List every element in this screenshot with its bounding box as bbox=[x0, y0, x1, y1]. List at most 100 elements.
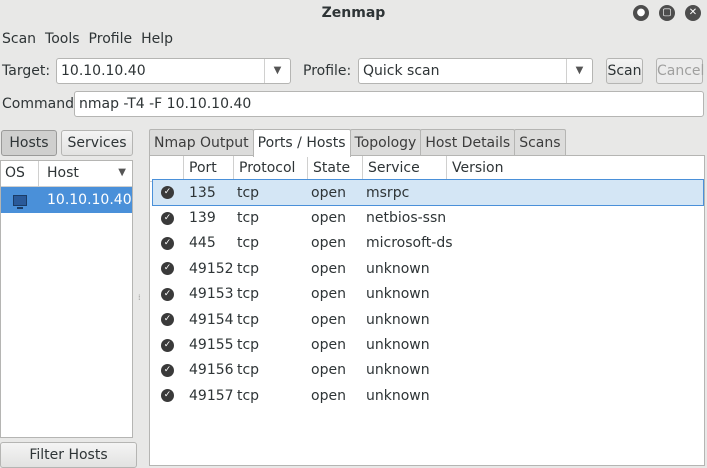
protocol-cell: tcp bbox=[237, 286, 260, 303]
protocol-cell: tcp bbox=[237, 184, 260, 201]
port-cell: 49153 bbox=[189, 286, 234, 303]
cancel-button[interactable]: Cancel bbox=[656, 58, 704, 84]
menu-profile[interactable]: Profile bbox=[87, 28, 136, 50]
menu-bar: Scan Tools Profile Help bbox=[0, 28, 180, 50]
service-cell: msrpc bbox=[366, 184, 410, 201]
port-cell: 445 bbox=[189, 235, 216, 252]
profile-value[interactable]: Quick scan bbox=[363, 63, 439, 79]
service-cell: microsoft-ds bbox=[366, 235, 453, 252]
protocol-cell: tcp bbox=[237, 362, 260, 379]
profile-label: Profile: bbox=[303, 63, 352, 79]
service-cell: unknown bbox=[366, 311, 430, 328]
port-cell: 49157 bbox=[189, 387, 234, 404]
profile-combo[interactable]: Quick scan ▼ bbox=[358, 58, 593, 84]
window-title: Zenmap bbox=[321, 5, 386, 21]
maximize-icon[interactable]: ▢ bbox=[659, 5, 675, 21]
port-column-header[interactable]: Port bbox=[184, 156, 234, 181]
open-port-check-icon: ✓ bbox=[161, 389, 174, 403]
service-column-header[interactable]: Service bbox=[363, 156, 447, 181]
tab-scans[interactable]: Scans bbox=[514, 129, 566, 156]
table-row[interactable]: ✓ 135 tcp open msrpc bbox=[152, 178, 704, 207]
pane-splitter-handle[interactable]: ⁞ bbox=[138, 293, 141, 302]
protocol-cell: tcp bbox=[237, 337, 260, 354]
open-port-check-icon: ✓ bbox=[161, 287, 174, 301]
service-cell: unknown bbox=[366, 337, 430, 354]
version-column-header[interactable]: Version bbox=[447, 156, 704, 181]
menu-scan[interactable]: Scan bbox=[0, 28, 39, 50]
title-bar: Zenmap ● ▢ ✕ bbox=[0, 0, 707, 26]
table-row[interactable]: ✓ 49157 tcp open unknown bbox=[153, 383, 703, 408]
target-dropdown-icon[interactable]: ▼ bbox=[264, 59, 290, 83]
state-cell: open bbox=[311, 260, 346, 277]
protocol-cell: tcp bbox=[237, 260, 260, 277]
table-row[interactable]: ✓ 49153 tcp open unknown bbox=[153, 282, 703, 307]
windows-os-icon bbox=[13, 194, 27, 209]
protocol-cell: tcp bbox=[237, 387, 260, 404]
tab-host-details[interactable]: Host Details bbox=[420, 129, 516, 156]
ports-table-header: Port Protocol State Service Version bbox=[150, 156, 704, 182]
target-combo[interactable]: 10.10.10.40 ▼ bbox=[56, 58, 291, 84]
target-label: Target: bbox=[2, 63, 51, 79]
port-cell: 49156 bbox=[189, 362, 234, 379]
host-column-header[interactable]: Host ▼ bbox=[39, 161, 132, 186]
menu-tools[interactable]: Tools bbox=[43, 28, 83, 50]
protocol-column-header[interactable]: Protocol bbox=[234, 156, 308, 181]
state-cell: open bbox=[311, 337, 346, 354]
table-row[interactable]: ✓ 49154 tcp open unknown bbox=[153, 307, 703, 332]
command-label: Command: bbox=[2, 96, 79, 112]
table-row[interactable]: ✓ 139 tcp open netbios-ssn bbox=[153, 205, 703, 230]
hosts-button[interactable]: Hosts bbox=[1, 130, 57, 156]
tab-bar: Nmap Output Ports / Hosts Topology Host … bbox=[149, 129, 566, 157]
port-cell: 139 bbox=[189, 210, 216, 227]
state-column-header[interactable]: State bbox=[308, 156, 363, 181]
state-cell: open bbox=[311, 184, 346, 201]
tab-ports-hosts[interactable]: Ports / Hosts bbox=[252, 129, 351, 157]
close-icon[interactable]: ✕ bbox=[685, 5, 701, 21]
table-row[interactable]: ✓ 49152 tcp open unknown bbox=[153, 256, 703, 281]
profile-dropdown-icon[interactable]: ▼ bbox=[566, 59, 592, 83]
table-row[interactable]: ✓ 49156 tcp open unknown bbox=[153, 358, 703, 383]
host-os-cell bbox=[1, 192, 39, 209]
protocol-cell: tcp bbox=[237, 311, 260, 328]
state-cell: open bbox=[311, 311, 346, 328]
filter-hosts-button[interactable]: Filter Hosts bbox=[0, 442, 137, 468]
tab-topology[interactable]: Topology bbox=[349, 129, 422, 156]
os-column-header[interactable]: OS bbox=[1, 161, 39, 186]
state-cell: open bbox=[311, 210, 346, 227]
minimize-icon[interactable]: ● bbox=[633, 5, 649, 21]
open-port-check-icon: ✓ bbox=[161, 363, 174, 377]
service-cell: unknown bbox=[366, 362, 430, 379]
target-value[interactable]: 10.10.10.40 bbox=[61, 63, 146, 79]
open-port-check-icon: ✓ bbox=[161, 338, 174, 352]
state-cell: open bbox=[311, 362, 346, 379]
service-cell: unknown bbox=[366, 286, 430, 303]
service-cell: netbios-ssn bbox=[366, 210, 447, 227]
service-cell: unknown bbox=[366, 260, 430, 277]
ports-table-body: ✓ 135 tcp open msrpc ✓ 139 tcp open netb… bbox=[152, 178, 704, 409]
port-cell: 49155 bbox=[189, 337, 234, 354]
state-cell: open bbox=[311, 387, 346, 404]
table-row[interactable]: ✓ 49155 tcp open unknown bbox=[153, 332, 703, 357]
host-column-label: Host bbox=[47, 165, 79, 181]
services-button[interactable]: Services bbox=[61, 130, 133, 156]
service-cell: unknown bbox=[366, 387, 430, 404]
host-list: OS Host ▼ 10.10.10.40 bbox=[0, 160, 133, 438]
window-controls: ● ▢ ✕ bbox=[633, 5, 701, 21]
tab-nmap-output[interactable]: Nmap Output bbox=[149, 129, 254, 156]
open-port-check-icon: ✓ bbox=[161, 262, 174, 276]
command-value[interactable]: nmap -T4 -F 10.10.10.40 bbox=[79, 96, 251, 112]
sort-descending-icon: ▼ bbox=[118, 167, 126, 178]
open-port-check-icon: ✓ bbox=[161, 211, 174, 225]
host-list-header: OS Host ▼ bbox=[1, 161, 132, 187]
open-port-check-icon: ✓ bbox=[161, 236, 174, 250]
host-row[interactable]: 10.10.10.40 bbox=[1, 187, 132, 213]
state-cell: open bbox=[311, 235, 346, 252]
protocol-cell: tcp bbox=[237, 210, 260, 227]
table-row[interactable]: ✓ 445 tcp open microsoft-ds bbox=[153, 231, 703, 256]
scan-button[interactable]: Scan bbox=[606, 58, 643, 84]
open-port-check-icon: ✓ bbox=[161, 186, 174, 200]
menu-help[interactable]: Help bbox=[139, 28, 176, 50]
command-input[interactable]: nmap -T4 -F 10.10.10.40 bbox=[74, 91, 704, 117]
ports-table: Port Protocol State Service Version ✓ 13… bbox=[149, 155, 705, 466]
status-column-header[interactable] bbox=[150, 156, 184, 181]
